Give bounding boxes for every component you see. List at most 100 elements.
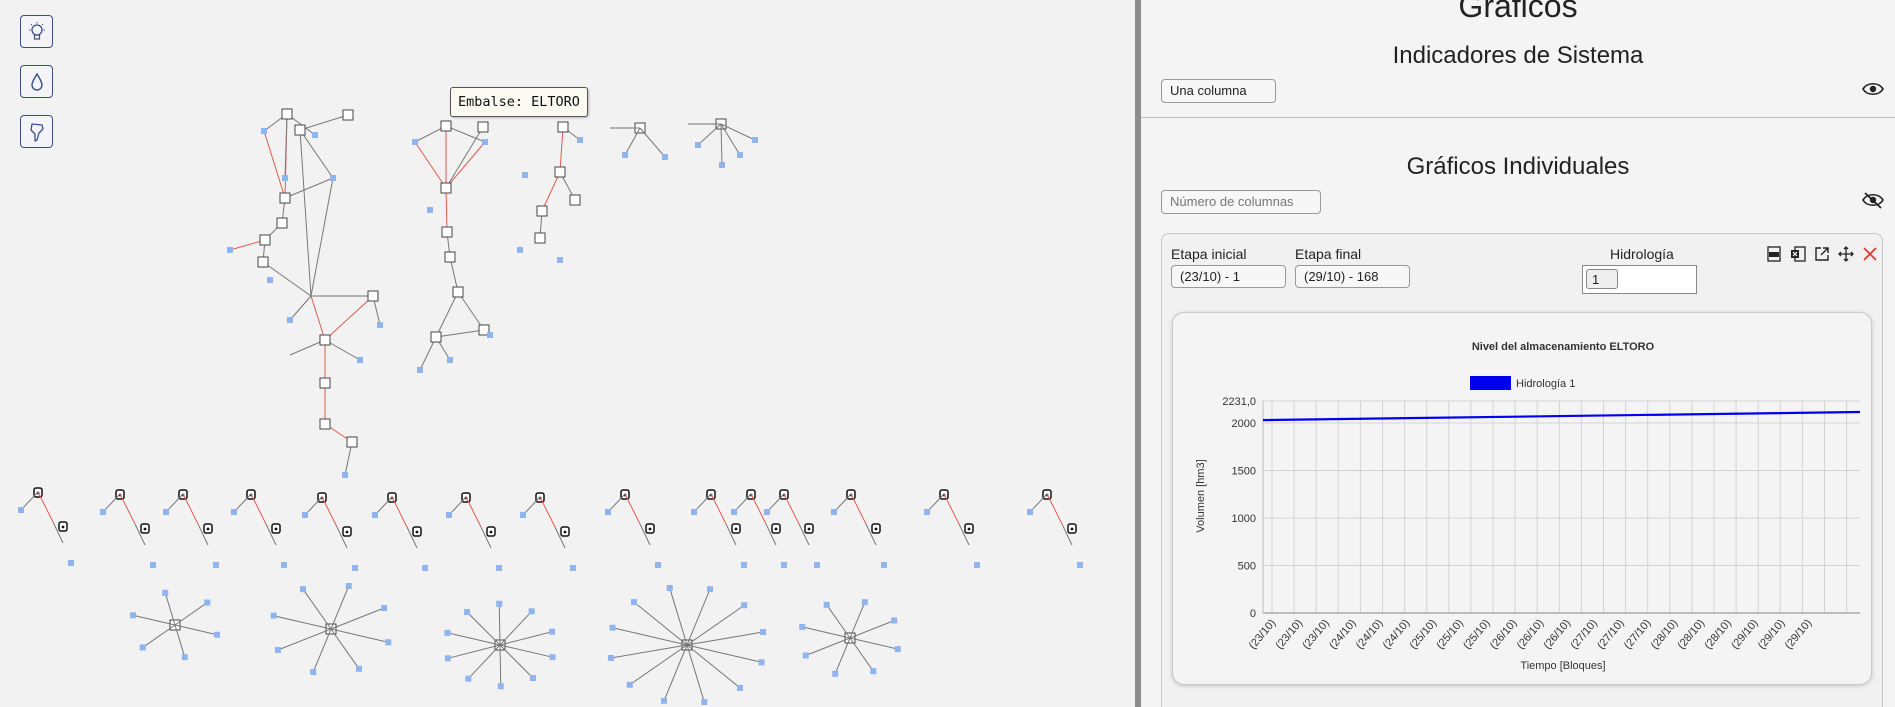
generator-node [447,357,453,363]
lightbulb-button[interactable] [20,15,53,48]
generator-node [760,629,767,636]
generator-node [372,512,378,518]
generator-node [100,509,106,515]
generator-node [181,654,188,661]
network-edge [435,329,485,338]
y-tick-label: 0 [1250,608,1256,620]
section-divider [1141,117,1895,118]
reservoir-node [444,251,456,263]
generator-node [666,584,673,591]
plant-node [560,526,570,537]
network-edge [499,610,533,646]
reservoir-node [557,121,569,133]
generator-node [464,608,471,615]
generator-node [496,600,503,607]
generator-node [737,684,744,691]
generator-node [487,332,493,338]
network-edge [263,130,286,199]
csv-icon[interactable] [1766,246,1782,262]
generator-node [781,562,787,568]
generator-node [691,509,697,515]
layout-select[interactable]: Una columna [1161,79,1276,103]
generator-node [924,509,930,515]
generator-node [549,628,556,635]
plant-node [1067,523,1077,534]
y-tick-label: 1500 [1232,465,1256,477]
plant-node [58,521,68,532]
generator-node [557,257,563,263]
generator-node [342,472,348,478]
network-view[interactable]: Embalse: ELTORO [0,0,1135,707]
generator-node [605,509,611,515]
individual-charts-title: Gráficos Individuales [1406,153,1630,180]
reservoir-node [536,205,548,217]
generator-node [270,612,277,619]
network-edge [466,611,501,646]
generator-node [300,586,307,593]
network-edge [850,493,867,525]
network-edge [624,493,641,525]
plant-node [271,523,281,534]
generator-node [609,624,616,631]
x-tick-label: (26/10) [1541,617,1573,651]
reservoir-node [452,286,464,298]
y-tick-label: 2000 [1232,418,1256,430]
reservoir-node [279,192,291,204]
generator-node [267,277,273,283]
network-edge [132,614,176,626]
network-edge [182,493,199,525]
plant-node [486,526,496,537]
generator-node [427,207,433,213]
network-edge [310,295,326,341]
generator-node [529,675,536,682]
network-edge [174,624,218,636]
generator-node [1027,509,1033,515]
reservoir-node [440,182,452,194]
plant-node [871,523,881,534]
generator-node [870,668,877,675]
generator-node [444,655,451,662]
start-stage-select[interactable]: (23/10) - 1 [1171,265,1286,288]
network-edge [465,496,482,528]
generator-node [522,172,528,178]
end-stage-select[interactable]: (29/10) - 168 [1295,265,1410,288]
drop-icon [30,72,43,91]
generator-node [417,367,423,373]
columns-input[interactable]: Número de columnas [1161,190,1321,214]
network-edge [498,603,501,646]
generator-node [497,683,504,690]
generator-node [737,152,743,158]
map-button[interactable] [20,115,53,148]
x-tick-label: (26/10) [1488,617,1520,651]
network-edge [447,632,501,646]
generator-node [444,629,451,636]
move-icon[interactable] [1838,246,1854,262]
network-edge [330,607,385,630]
network-edge [499,644,553,658]
generator-node [802,652,809,659]
reservoir-node [281,108,293,120]
x-tick-label: (23/10) [1247,617,1279,651]
network-edge [750,493,767,525]
reservoir-node [430,331,442,343]
network-edge [457,291,485,331]
hydrology-tag[interactable]: 1 [1586,269,1618,289]
network-edge [119,493,136,525]
generator-node [881,562,887,568]
network-edge [499,631,553,646]
generator-node [741,562,747,568]
hydrology-selector[interactable]: 1 [1582,265,1697,294]
eye-icon[interactable] [1862,81,1884,97]
water-button[interactable] [20,65,53,98]
open-external-icon[interactable] [1814,246,1830,262]
x-tick-label: (29/10) [1756,617,1788,651]
close-icon[interactable] [1862,246,1878,262]
network-edge [310,177,334,297]
eye-off-icon[interactable] [1862,191,1884,209]
excel-icon[interactable] [1790,246,1806,262]
network-edge [142,624,176,648]
reservoir-node [276,217,288,229]
x-tick-label: (28/10) [1702,617,1734,651]
generator-node [281,562,287,568]
generator-node [630,599,637,606]
